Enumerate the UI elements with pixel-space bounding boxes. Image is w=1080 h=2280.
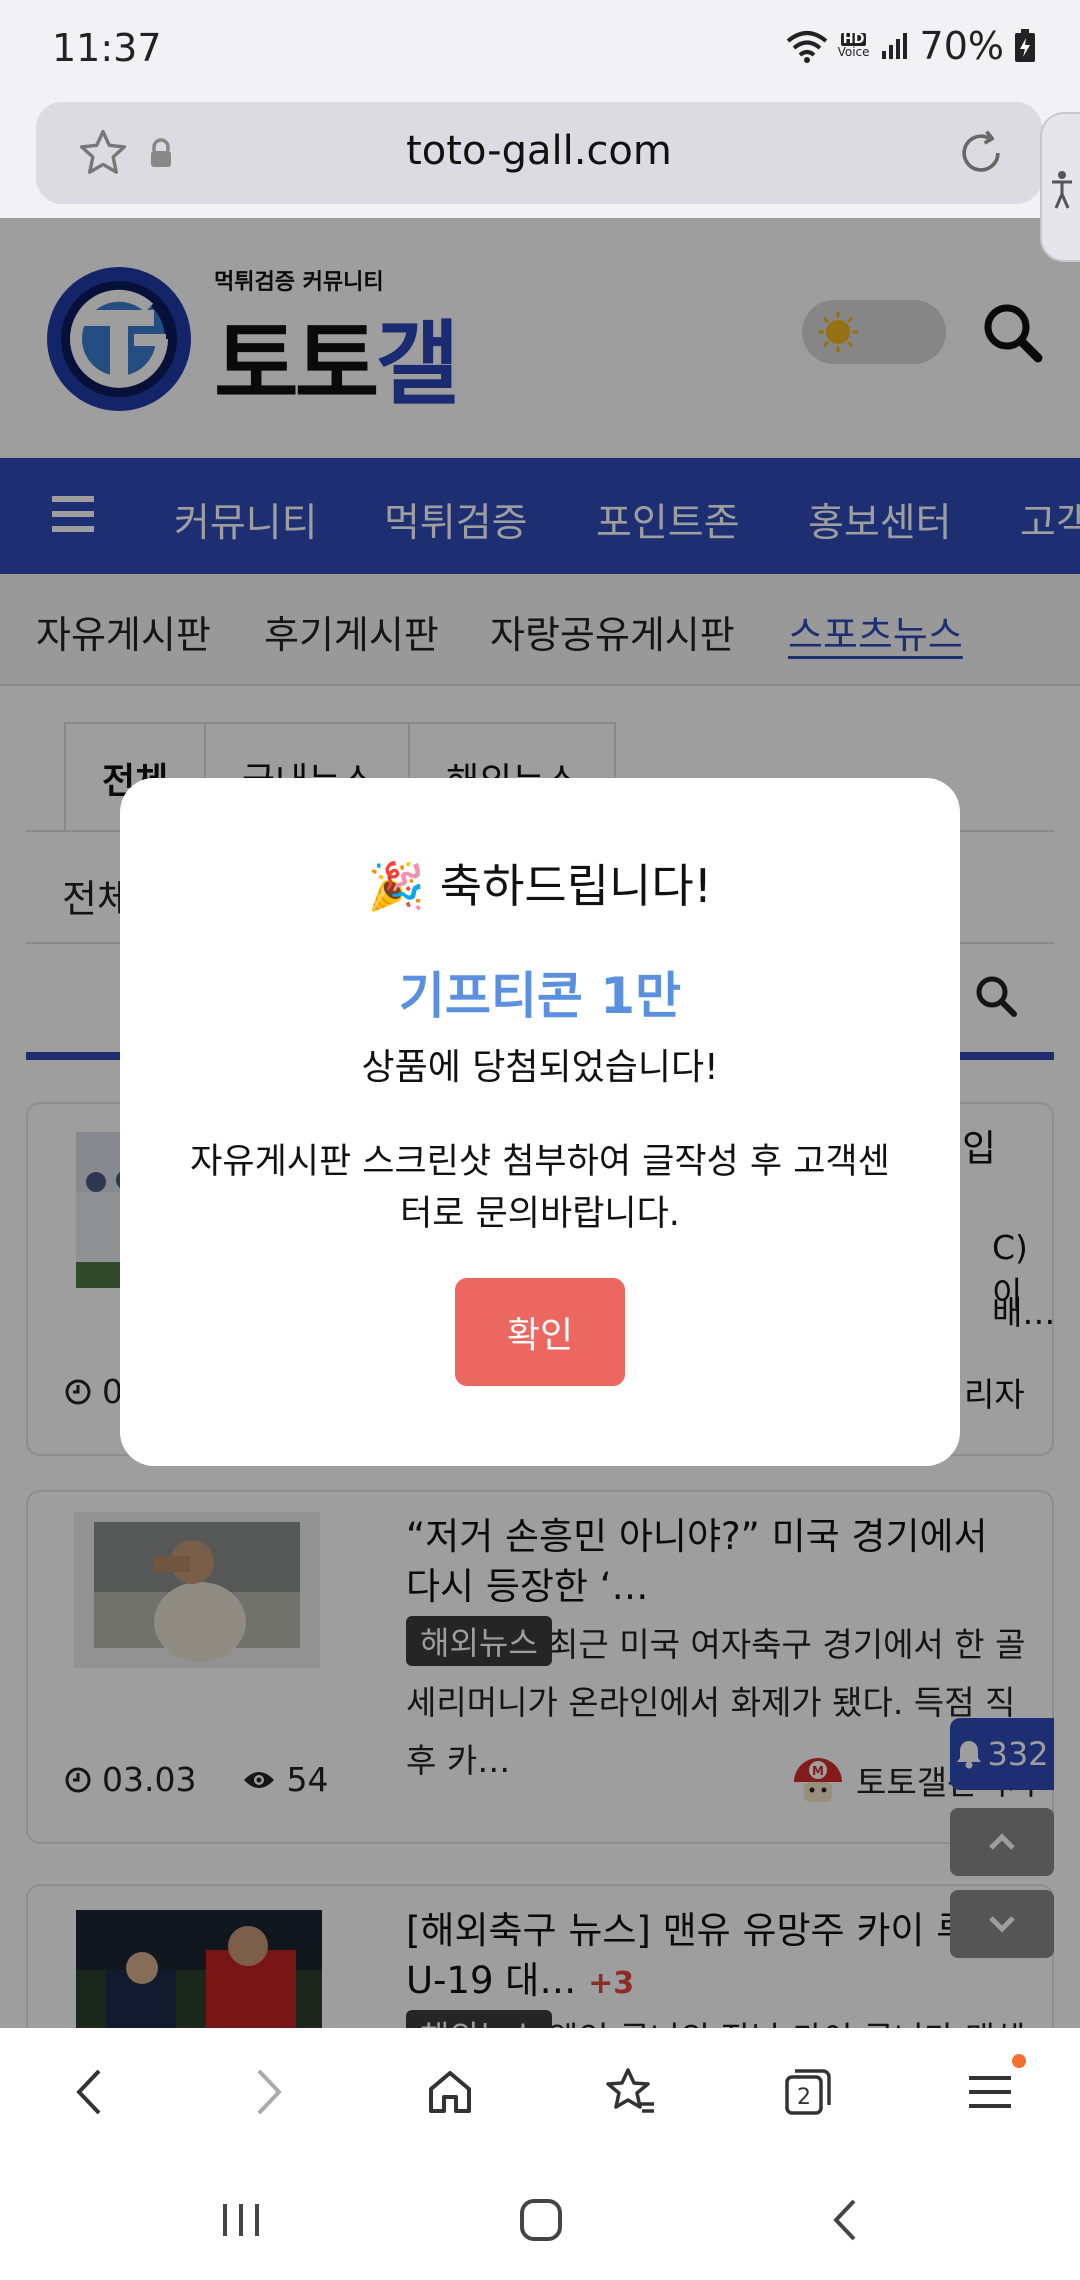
menu-icon xyxy=(969,2076,1011,2108)
home-square-icon xyxy=(520,2199,562,2241)
home-nav-button[interactable] xyxy=(506,2190,576,2250)
status-icons: HD Voice 70% xyxy=(786,24,1036,68)
tabs-icon: 2 xyxy=(785,2069,831,2115)
notification-dot xyxy=(1012,2054,1026,2068)
battery-percent: 70% xyxy=(919,24,1004,68)
home-icon xyxy=(429,2071,471,2113)
modal-prize: 기프티콘 1만 xyxy=(398,967,682,1025)
home-button[interactable] xyxy=(418,2060,482,2124)
back-button[interactable] xyxy=(56,2060,120,2124)
modal-title: 🎉 축하드립니다! xyxy=(367,859,713,913)
browser-address-area: toto-gall.com xyxy=(0,100,1080,218)
party-popper-icon: 🎉 xyxy=(367,859,426,913)
hd-voice-icon: HD Voice xyxy=(837,32,870,59)
wifi-icon xyxy=(786,31,827,63)
address-bar[interactable]: toto-gall.com xyxy=(36,102,1042,204)
signal-icon xyxy=(881,33,907,59)
congrats-modal: 🎉 축하드립니다! 기프티콘 1만 상품에 당첨되었습니다! 자유게시판 스크린… xyxy=(120,778,960,1466)
confirm-button[interactable]: 확인 xyxy=(455,1278,625,1386)
back-nav-button[interactable] xyxy=(810,2190,880,2250)
modal-instructions: 자유게시판 스크린샷 첨부하여 글작성 후 고객센터로 문의바랍니다. xyxy=(190,1142,890,1234)
system-nav-bar xyxy=(0,2154,1080,2280)
forward-arrow-icon xyxy=(257,2069,282,2115)
menu-button[interactable] xyxy=(958,2054,1026,2124)
recent-apps-button[interactable] xyxy=(206,2190,276,2250)
bookmarks-button[interactable] xyxy=(598,2060,662,2124)
forward-button[interactable] xyxy=(238,2060,302,2124)
tabs-button[interactable]: 2 xyxy=(776,2060,840,2124)
status-bar: 11:37 HD Voice 70% xyxy=(0,0,1080,100)
svg-text:2: 2 xyxy=(797,2085,811,2110)
status-time: 11:37 xyxy=(52,26,162,70)
back-arrow-icon xyxy=(76,2069,101,2115)
back-chevron-icon xyxy=(833,2199,856,2241)
recent-apps-icon xyxy=(223,2204,259,2236)
accessibility-icon xyxy=(1052,171,1072,209)
browser-toolbar: 2 xyxy=(0,2028,1080,2154)
reload-icon[interactable] xyxy=(954,126,1008,180)
bookmarks-star-icon xyxy=(606,2068,654,2113)
modal-message: 상품에 당첨되었습니다! xyxy=(361,1047,719,1088)
url-text: toto-gall.com xyxy=(406,128,672,174)
accessibility-tab[interactable] xyxy=(1040,112,1080,262)
battery-charging-icon xyxy=(1015,29,1035,62)
